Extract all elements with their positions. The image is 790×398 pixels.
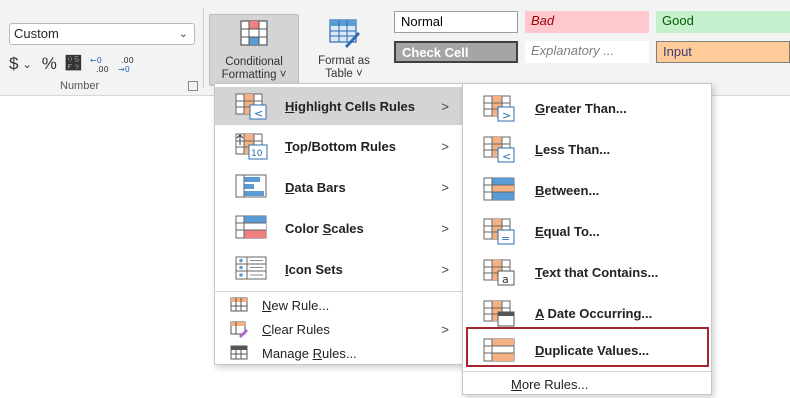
style-check-cell[interactable]: Check Cell	[394, 41, 518, 63]
conditional-formatting-label-1: Conditional	[225, 56, 283, 68]
menu-item-greater-than[interactable]: > Greater Than...	[463, 88, 711, 128]
svg-text:→0: →0	[118, 65, 130, 73]
menu-item-between[interactable]: Between...	[463, 170, 711, 210]
style-input[interactable]: Input	[656, 41, 790, 63]
chevron-right-icon: >	[441, 220, 449, 236]
menu-item-label: Greater Than...	[535, 100, 627, 116]
conditional-formatting-label-2: Formatting ˅	[221, 69, 287, 81]
equal-to-icon: =	[483, 218, 515, 245]
conditional-formatting-icon	[240, 20, 268, 46]
menu-item-highlight-cells-rules[interactable]: < Highlight Cells Rules >	[215, 87, 463, 125]
chevron-right-icon: >	[441, 179, 449, 195]
color-scales-icon	[235, 215, 267, 239]
number-format-value: Custom	[14, 26, 59, 41]
highlight-cells-icon: <	[235, 93, 267, 120]
chevron-right-icon: >	[441, 321, 449, 337]
svg-text:10: 10	[251, 149, 263, 159]
svg-text:←0: ←0	[90, 56, 102, 65]
menu-item-label: More Rules...	[511, 376, 589, 392]
selection-highlight-box	[466, 327, 709, 367]
number-format-dropdown[interactable]: Custom ⌄	[9, 23, 195, 45]
decrease-decimal-button[interactable]: .00 →0	[118, 54, 138, 74]
number-group-label: Number	[60, 80, 100, 92]
menu-item-label: New Rule...	[262, 297, 330, 313]
menu-item-label: Less Than...	[535, 141, 611, 157]
new-rule-icon	[230, 297, 248, 312]
svg-text:.00: .00	[121, 56, 134, 65]
menu-item-data-bars[interactable]: Data Bars >	[215, 168, 463, 206]
percent-button[interactable]: %	[42, 54, 57, 74]
menu-item-color-scales[interactable]: Color Scales >	[215, 209, 463, 247]
number-format-buttons: $ ⌄ % ׹ ←0 .00 .00 →0	[9, 54, 146, 74]
number-dialog-launcher[interactable]	[188, 81, 198, 91]
currency-button[interactable]: $	[9, 54, 18, 74]
style-good[interactable]: Good	[656, 11, 790, 33]
between-icon	[483, 177, 515, 201]
svg-text:a: a	[502, 273, 509, 286]
chevron-right-icon: >	[441, 261, 449, 277]
svg-text:<: <	[502, 150, 511, 163]
menu-separator	[463, 371, 711, 372]
svg-text:=: =	[501, 232, 510, 245]
menu-item-more-rules[interactable]: More Rules...	[463, 373, 711, 395]
date-occurring-icon	[483, 300, 515, 327]
menu-item-manage-rules[interactable]: Manage Rules...	[215, 341, 463, 365]
decrease-decimal-icon: .00 →0	[118, 56, 134, 73]
icon-sets-icon	[235, 256, 267, 280]
menu-item-label: Data Bars	[285, 179, 346, 195]
format-as-table-label-1: Format as	[318, 55, 370, 67]
menu-item-equal-to[interactable]: = Equal To...	[463, 211, 711, 251]
menu-item-new-rule[interactable]: New Rule...	[215, 293, 463, 317]
currency-dropdown-icon[interactable]: ⌄	[22, 54, 31, 74]
format-as-table-label-2: Table ˅	[325, 68, 363, 80]
svg-text:<: <	[254, 107, 263, 120]
svg-text:.00: .00	[96, 65, 109, 73]
group-divider	[203, 8, 204, 88]
menu-item-label: A Date Occurring...	[535, 305, 653, 321]
style-explanatory[interactable]: Explanatory ...	[525, 41, 649, 63]
format-as-table-button[interactable]: Format as Table ˅	[306, 14, 382, 86]
format-as-table-icon	[329, 19, 360, 48]
menu-separator	[215, 291, 463, 292]
menu-item-label: Between...	[535, 182, 600, 198]
comma-style-button[interactable]: ׹	[65, 54, 82, 74]
menu-item-top-bottom-rules[interactable]: 10 Top/Bottom Rules >	[215, 127, 463, 165]
greater-than-icon: >	[483, 95, 515, 122]
menu-item-label: Color Scales	[285, 220, 364, 236]
increase-decimal-icon: ←0 .00	[90, 56, 109, 73]
menu-item-label: Text that Contains...	[535, 264, 659, 280]
menu-item-label: Clear Rules	[262, 321, 330, 337]
menu-item-less-than[interactable]: < Less Than...	[463, 129, 711, 169]
menu-item-label: Equal To...	[535, 223, 600, 239]
chevron-right-icon: >	[441, 138, 449, 154]
conditional-formatting-button[interactable]: Conditional Formatting ˅	[209, 14, 299, 86]
menu-item-label: Manage Rules...	[262, 345, 357, 361]
svg-text:>: >	[502, 109, 511, 122]
top-bottom-icon: 10	[235, 133, 268, 160]
chevron-right-icon: >	[441, 98, 449, 114]
conditional-formatting-menu: < Highlight Cells Rules > 10 Top/Bottom …	[214, 83, 464, 365]
increase-decimal-button[interactable]: ←0 .00	[90, 54, 110, 74]
less-than-icon: <	[483, 136, 515, 163]
menu-item-label: Highlight Cells Rules	[285, 98, 416, 114]
chevron-down-icon: ⌄	[178, 28, 188, 40]
text-contains-icon: a	[483, 259, 515, 286]
percent-icon: %	[41, 54, 57, 73]
menu-item-clear-rules[interactable]: Clear Rules >	[215, 317, 463, 341]
style-bad[interactable]: Bad	[525, 11, 649, 33]
menu-item-text-that-contains[interactable]: a Text that Contains...	[463, 252, 711, 292]
clear-rules-icon	[230, 321, 248, 338]
menu-item-label: Icon Sets	[285, 261, 343, 277]
style-normal[interactable]: Normal	[394, 11, 518, 33]
menu-item-icon-sets[interactable]: Icon Sets >	[215, 250, 463, 288]
ribbon: Custom ⌄ $ ⌄ % ׹ ←0 .00 .00 →0 Number	[0, 0, 790, 96]
currency-icon: $	[9, 54, 19, 73]
menu-item-label: Top/Bottom Rules	[285, 138, 396, 154]
data-bars-icon	[235, 174, 267, 198]
manage-rules-icon	[230, 345, 248, 360]
